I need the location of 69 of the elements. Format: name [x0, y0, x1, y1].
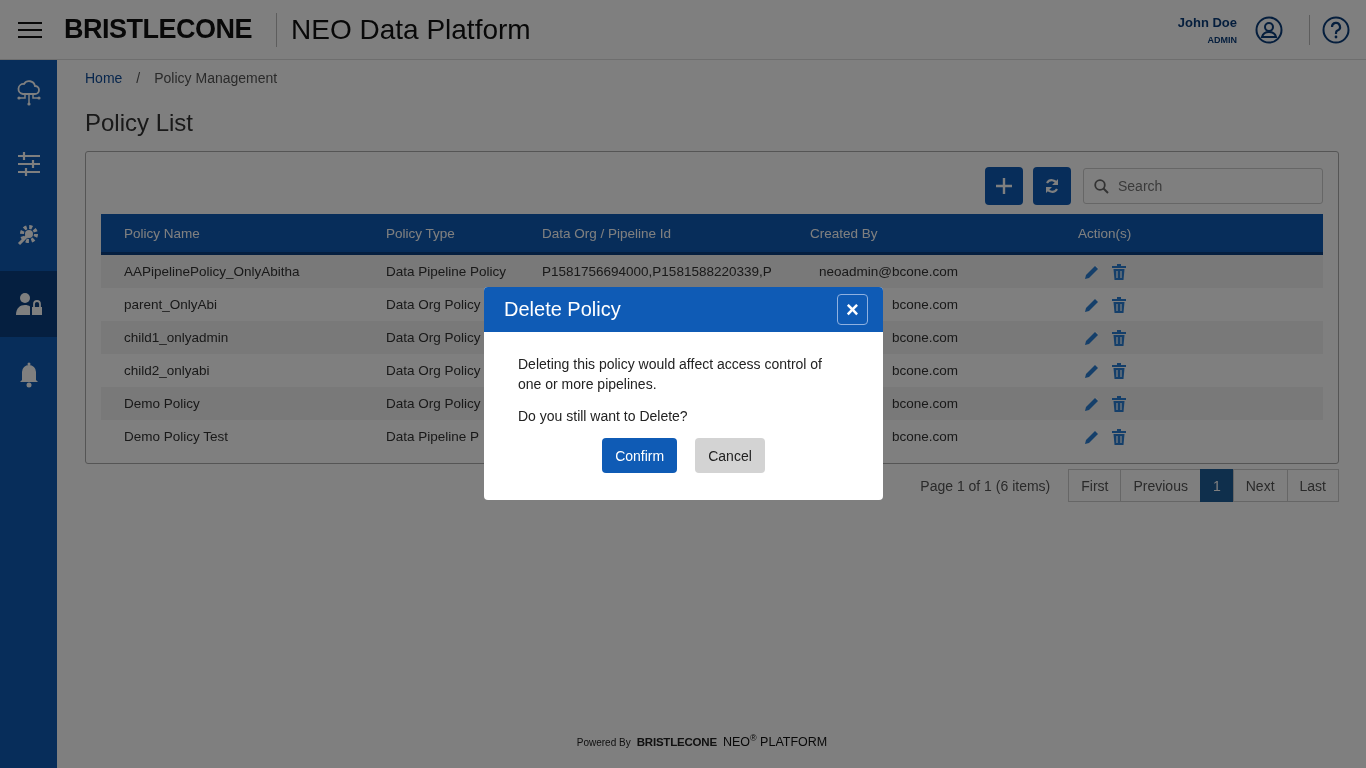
plus-icon [996, 178, 1012, 194]
column-header: Created By [810, 214, 1078, 254]
trash-icon[interactable] [1112, 362, 1126, 379]
edit-icon[interactable] [1084, 395, 1100, 412]
page-summary: Page 1 of 1 (6 items) [920, 477, 1051, 494]
table-cell: bcone.com [891, 297, 958, 312]
table-cell: Demo Policy [124, 396, 200, 411]
page-button[interactable]: 1 [1199, 469, 1234, 502]
page-button[interactable]: First [1068, 469, 1122, 502]
product-name: NEO$^{®}$ PLATFORM [722, 733, 828, 750]
search-field[interactable]: Search [1083, 168, 1323, 204]
column-header: Policy Type [386, 214, 542, 254]
trash-icon[interactable] [1112, 395, 1126, 412]
table-cell: neoadmin@bcone.com [818, 264, 958, 279]
dialog-question: Do you still want to Delete? [518, 408, 689, 424]
table-cell: child2_onlyabi [124, 363, 210, 378]
table-cell: parent_OnlyAbi [124, 297, 218, 312]
table-cell: Data Org Policy [386, 363, 481, 378]
help-icon[interactable] [1322, 15, 1350, 44]
page-title: Policy List [85, 109, 195, 138]
breadcrumb-separator: / [136, 70, 141, 86]
column-header: Action(s) [1078, 214, 1323, 254]
table-cell: Data Pipeline Policy [386, 264, 507, 279]
edit-icon[interactable] [1084, 263, 1100, 280]
cancel-button[interactable]: Cancel [695, 438, 765, 473]
column-header: Policy Name [101, 214, 386, 254]
add-button[interactable] [985, 167, 1023, 205]
dialog-message: Deleting this policy would affect access control of one or more pipelines. [518, 355, 823, 394]
trash-icon[interactable] [1112, 263, 1126, 280]
powered-by-text: Powered By [576, 737, 631, 749]
trash-icon[interactable] [1112, 428, 1126, 445]
user-role: ADMIN [1207, 34, 1237, 45]
close-button[interactable]: × [837, 294, 868, 325]
user-name: John Doe [1177, 14, 1237, 30]
refresh-button[interactable] [1033, 167, 1071, 205]
edit-icon[interactable] [1084, 362, 1100, 379]
footer-logo: BRISTLECONE [636, 736, 717, 749]
profile-icon[interactable] [1255, 15, 1283, 44]
edit-icon[interactable] [1084, 296, 1100, 313]
table-cell: AAPipelinePolicy_OnlyAbitha [124, 264, 300, 279]
table-cell: Data Org Policy [386, 297, 481, 312]
search-icon [1094, 179, 1109, 194]
page-button[interactable]: Last [1286, 469, 1339, 502]
edit-icon[interactable] [1084, 428, 1100, 445]
table-cell: P1581756694000,P1581588220339,P [542, 264, 772, 279]
brand-logo: BRISTLECONE [64, 14, 252, 45]
edit-icon[interactable] [1084, 329, 1100, 346]
table-cell: bcone.com [891, 363, 958, 378]
table-cell: Data Pipeline P [386, 429, 480, 444]
column-header: Data Org / Pipeline Id [542, 214, 810, 254]
dialog-title: Delete Policy [504, 298, 621, 321]
table-cell: Demo Policy Test [124, 429, 229, 444]
trash-icon[interactable] [1112, 329, 1126, 346]
table-cell: child1_onlyadmin [124, 330, 229, 345]
refresh-icon [1044, 178, 1060, 194]
page-button[interactable]: Next [1232, 469, 1288, 502]
sidebar-item[interactable] [0, 271, 57, 337]
table-cell: bcone.com [891, 330, 958, 345]
menu-icon[interactable] [18, 20, 42, 39]
table-cell: bcone.com [891, 396, 958, 411]
page-button[interactable]: Previous [1120, 469, 1201, 502]
app-title: NEO Data Platform [291, 13, 531, 46]
table-cell: bcone.com [891, 429, 958, 444]
table-cell: Data Org Policy [386, 396, 481, 411]
confirm-button[interactable]: Confirm [602, 438, 678, 473]
breadcrumb-text: Policy Management [154, 70, 278, 86]
breadcrumb-link[interactable]: Home [85, 70, 123, 86]
table-cell: Data Org Policy [386, 330, 481, 345]
trash-icon[interactable] [1112, 296, 1126, 313]
